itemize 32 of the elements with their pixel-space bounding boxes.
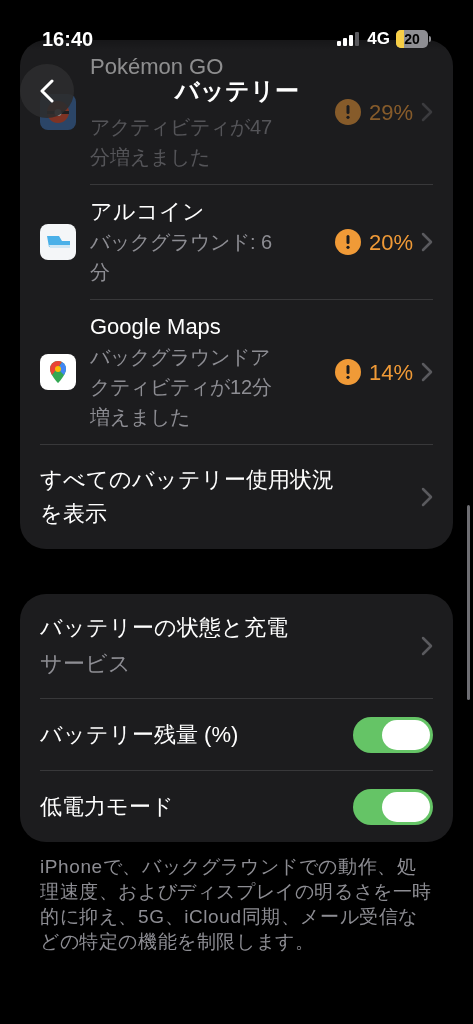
row-label: バッテリーの状態と充電 — [40, 614, 288, 642]
signal-icon — [337, 32, 362, 46]
app-detail: アクティビティが47分増えました — [90, 115, 274, 170]
usage-percent: 29% — [368, 98, 413, 127]
app-name: アルコイン — [90, 198, 206, 226]
status-time: 16:40 — [42, 27, 94, 52]
footnote: iPhoneで、バックグラウンドでの動作、処理速度、およびディスプレイの明るさを一時的に抑え、5G、iCloud同期、メール受信などの特定の機能を制限します。 — [39, 855, 433, 954]
app-name: Google Maps — [90, 313, 222, 341]
chevron-icon — [421, 232, 433, 252]
back-icon — [40, 79, 54, 103]
chevron-icon — [421, 636, 433, 656]
chevron-icon — [421, 487, 433, 507]
row-label: バッテリー残量 (%) — [40, 721, 239, 749]
usage-percent: 14% — [368, 358, 413, 387]
all-usage-link[interactable]: すべてのバッテリー使用状況を表示 — [40, 444, 433, 549]
app-icon — [40, 223, 76, 260]
toggle-switch[interactable] — [353, 716, 433, 753]
toggle-switch[interactable] — [353, 788, 433, 825]
warning-icon — [334, 229, 361, 255]
map-pin-icon — [40, 353, 76, 390]
row-label: 低電力モード — [40, 793, 174, 821]
chevron-icon — [421, 362, 433, 382]
battery-indicator: 20 — [396, 30, 431, 48]
row-detail: サービス — [40, 650, 132, 678]
usage-percent: 20% — [368, 228, 413, 257]
app-detail: バックグラウンド: 6分 — [90, 230, 274, 285]
warning-icon — [334, 359, 361, 385]
battery-health-row[interactable]: バッテリーの状態と充電 サービス — [40, 594, 433, 698]
app-detail: バックグラウンドアクティビティが12分増えました — [90, 345, 274, 430]
warning-icon — [334, 99, 361, 125]
chevron-icon — [421, 102, 433, 122]
network-label: 4G — [367, 28, 390, 51]
